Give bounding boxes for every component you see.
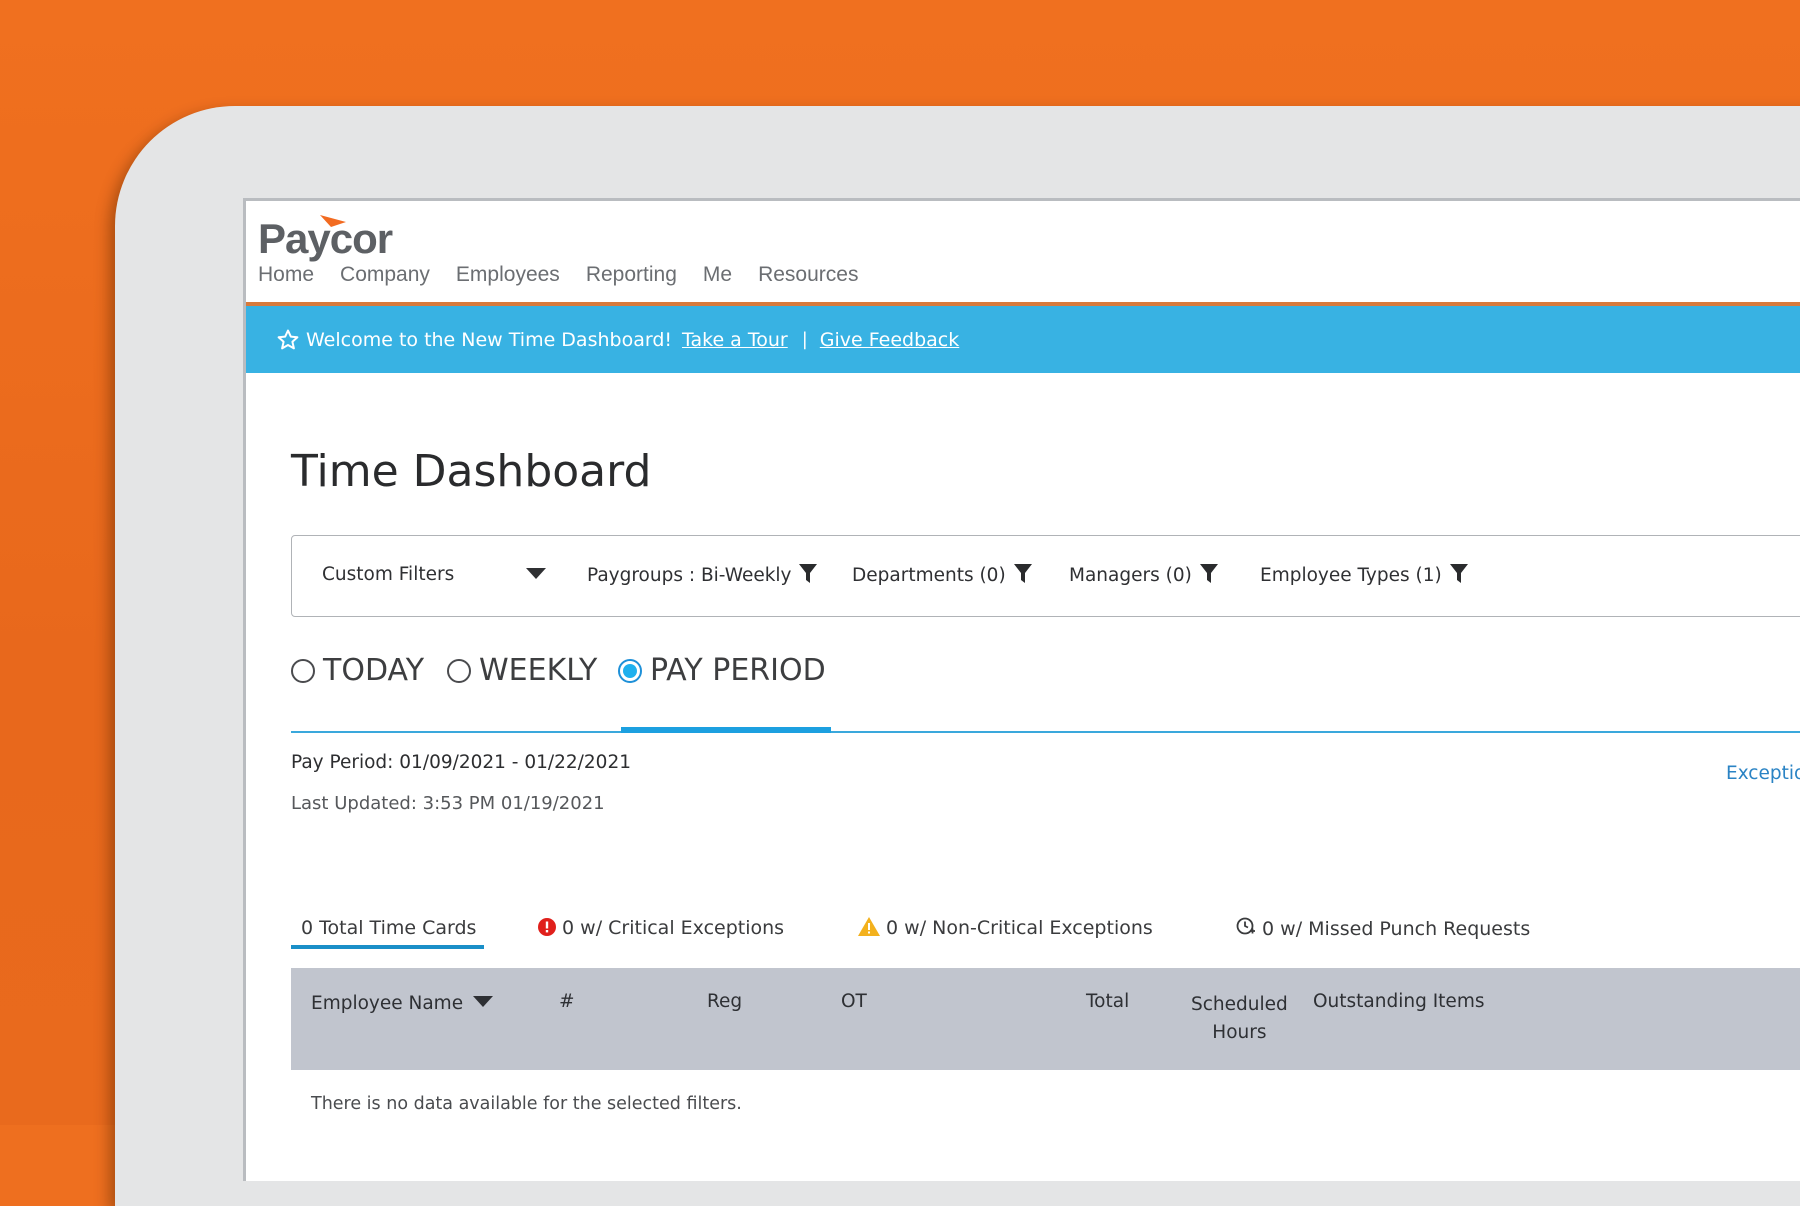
stat-total-label: 0 Total Time Cards <box>301 917 477 939</box>
app-window: Paycor Home Company Employees Reporting … <box>243 198 1800 1181</box>
funnel-icon <box>1013 564 1032 583</box>
stat-missed-label: 0 w/ Missed Punch Requests <box>1262 918 1531 940</box>
col-outstanding-items[interactable]: Outstanding Items <box>1313 991 1484 1012</box>
managers-filter[interactable]: Managers (0) <box>1069 564 1218 586</box>
nav-company[interactable]: Company <box>340 263 430 287</box>
radio-circle <box>447 658 471 683</box>
exceptions-link[interactable]: Exceptio <box>1726 763 1800 784</box>
col-total[interactable]: Total <box>1086 991 1129 1012</box>
col-employee-name[interactable]: Employee Name <box>311 993 493 1014</box>
funnel-icon <box>1449 564 1468 583</box>
radio-weekly-label: WEEKLY <box>479 653 598 688</box>
custom-filters-label: Custom Filters <box>322 564 455 585</box>
nav-home[interactable]: Home <box>258 263 314 287</box>
stat-critical-exceptions[interactable]: 0 w/ Critical Exceptions <box>538 917 784 939</box>
empty-table-message: There is no data available for the selec… <box>311 1094 742 1114</box>
welcome-banner: Welcome to the New Time Dashboard! Take … <box>246 306 1800 373</box>
funnel-icon <box>1199 564 1218 583</box>
clock-icon <box>1236 917 1255 935</box>
managers-label: Managers (0) <box>1069 565 1192 586</box>
stat-noncritical-exceptions[interactable]: 0 w/ Non-Critical Exceptions <box>858 917 1153 939</box>
stat-active-underline <box>291 945 484 949</box>
star-icon <box>277 329 299 349</box>
active-tab-indicator <box>621 727 831 733</box>
give-feedback-link[interactable]: Give Feedback <box>820 329 959 351</box>
svg-text:Paycor: Paycor <box>258 215 393 262</box>
stat-critical-label: 0 w/ Critical Exceptions <box>562 917 785 939</box>
paygroups-label: Paygroups : Bi-Weekly <box>587 565 792 586</box>
departments-filter[interactable]: Departments (0) <box>852 564 1032 586</box>
col-employee-name-label: Employee Name <box>311 993 464 1014</box>
take-tour-link[interactable]: Take a Tour <box>682 329 788 351</box>
radio-today[interactable]: TODAY <box>291 653 424 688</box>
radio-circle <box>291 658 315 683</box>
radio-weekly[interactable]: WEEKLY <box>447 653 597 688</box>
tab-underline <box>291 731 1800 733</box>
col-reg[interactable]: Reg <box>707 991 742 1012</box>
col-number[interactable]: # <box>559 991 575 1012</box>
col-ot[interactable]: OT <box>841 991 867 1012</box>
departments-label: Departments (0) <box>852 565 1006 586</box>
custom-filters-select[interactable]: Custom Filters <box>322 564 454 585</box>
main-nav: Home Company Employees Reporting Me Reso… <box>258 263 858 287</box>
warning-icon <box>858 917 880 936</box>
stat-noncritical-label: 0 w/ Non-Critical Exceptions <box>886 917 1153 939</box>
nav-me[interactable]: Me <box>703 263 732 287</box>
page-title: Time Dashboard <box>291 446 652 497</box>
employee-types-filter[interactable]: Employee Types (1) <box>1260 564 1468 586</box>
col-scheduled-hours[interactable]: Scheduled Hours <box>1191 991 1288 1047</box>
paygroups-filter[interactable]: Paygroups : Bi-Weekly <box>587 564 818 586</box>
stat-missed-punch-requests[interactable]: 0 w/ Missed Punch Requests <box>1236 917 1530 940</box>
radio-circle-selected <box>618 658 642 683</box>
nav-reporting[interactable]: Reporting <box>586 263 677 287</box>
col-scheduled-line1: Scheduled <box>1191 994 1288 1015</box>
radio-today-label: TODAY <box>323 653 425 688</box>
stat-total-time-cards[interactable]: 0 Total Time Cards <box>301 917 476 939</box>
banner-separator: | <box>801 329 808 350</box>
col-scheduled-line2: Hours <box>1212 1022 1267 1043</box>
caret-down-icon[interactable] <box>526 568 546 580</box>
radio-pay-period[interactable]: PAY PERIOD <box>618 653 826 688</box>
nav-resources[interactable]: Resources <box>758 263 858 287</box>
paycor-logo[interactable]: Paycor <box>258 209 428 265</box>
employee-types-label: Employee Types (1) <box>1260 565 1442 586</box>
radio-pay-period-label: PAY PERIOD <box>650 653 826 688</box>
nav-employees[interactable]: Employees <box>456 263 560 287</box>
pay-period-range: Pay Period: 01/09/2021 - 01/22/2021 <box>291 752 631 773</box>
critical-exception-icon <box>538 918 556 936</box>
banner-message: Welcome to the New Time Dashboard! <box>306 328 673 351</box>
filter-bar: Custom Filters Paygroups : Bi-Weekly Dep… <box>291 535 1800 617</box>
last-updated: Last Updated: 3:53 PM 01/19/2021 <box>291 793 605 814</box>
funnel-icon <box>799 564 818 583</box>
sort-desc-icon <box>472 996 493 1007</box>
table-header: Employee Name # Reg OT Total Scheduled H… <box>291 968 1800 1070</box>
